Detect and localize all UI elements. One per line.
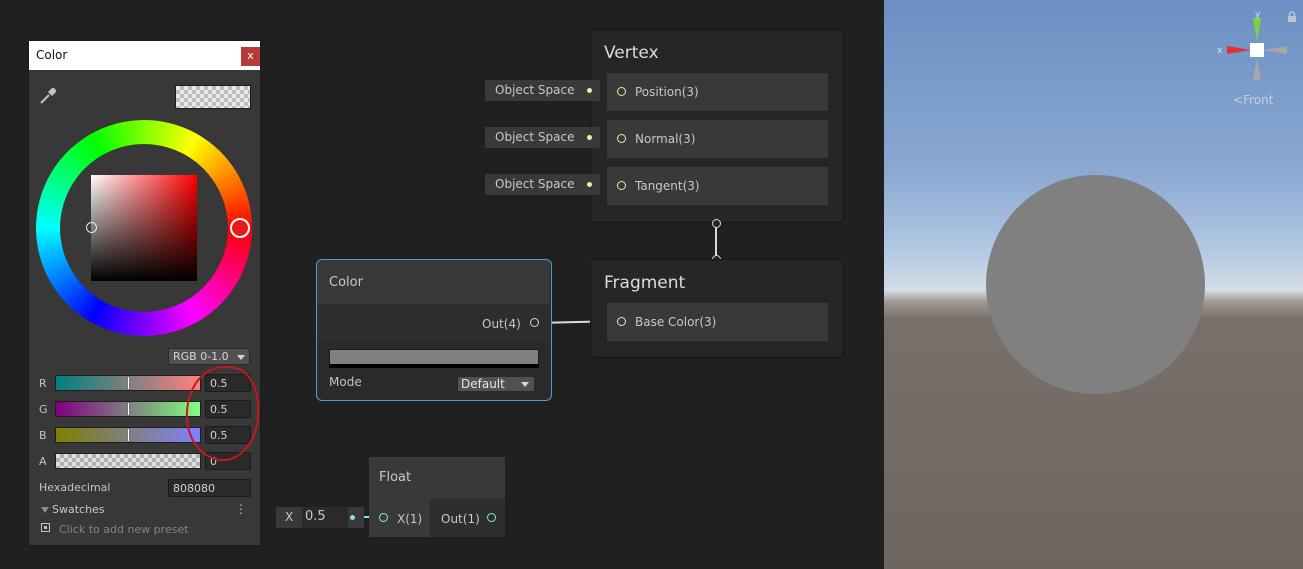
scene-view[interactable]: y x <Front: [884, 0, 1303, 569]
color-node-title: Color: [329, 275, 363, 290]
mode-label: Mode: [329, 375, 362, 389]
color-node-header[interactable]: Color: [317, 260, 550, 304]
color-mode-value: RGB 0-1.0: [173, 350, 229, 363]
channel-b-label: B: [39, 429, 47, 442]
float-x-field[interactable]: X 0.5: [276, 507, 364, 528]
port-connector[interactable]: [617, 87, 626, 96]
port-label: Position(3): [635, 85, 699, 99]
hex-field[interactable]: 808080: [168, 479, 251, 497]
chevron-down-icon: [521, 382, 529, 387]
float-node-header[interactable]: Float: [369, 457, 505, 499]
color-mode-dropdown[interactable]: RGB 0-1.0: [168, 348, 250, 365]
sv-cursor[interactable]: [86, 222, 97, 233]
vertex-node[interactable]: Vertex Position(3) Normal(3) Tangent(3): [590, 29, 844, 223]
space-value: Object Space: [495, 177, 575, 191]
float-input-row[interactable]: X(1): [369, 499, 430, 537]
port-dot: [587, 88, 592, 93]
output-port[interactable]: [487, 513, 496, 522]
channel-b-handle[interactable]: [127, 428, 130, 442]
channel-g-label: G: [39, 403, 48, 416]
output-label: Out(4): [482, 317, 521, 331]
mode-dropdown[interactable]: Default: [457, 376, 535, 392]
channel-g-handle[interactable]: [127, 402, 130, 416]
gizmo-x-label: x: [1217, 46, 1223, 56]
saturation-value-square[interactable]: [91, 175, 197, 281]
orientation-gizmo[interactable]: y x: [1217, 8, 1297, 88]
float-output-row: Out(1): [431, 499, 505, 537]
fragment-node[interactable]: Fragment Base Color(3): [590, 259, 844, 358]
port-connector[interactable]: [617, 134, 626, 143]
tangent-space-field[interactable]: Object Space: [485, 174, 600, 195]
channel-b-slider[interactable]: [55, 427, 201, 443]
more-options-icon[interactable]: ⋮: [235, 502, 247, 516]
position-space-field[interactable]: Object Space: [485, 80, 600, 101]
vertex-port-normal[interactable]: Normal(3): [607, 120, 828, 158]
eyedropper-icon[interactable]: [38, 86, 58, 106]
gizmo-y-label: y: [1255, 10, 1261, 20]
color-node[interactable]: Color Out(4) Mode Default: [316, 259, 552, 401]
vertex-port-tangent[interactable]: Tangent(3): [607, 167, 828, 205]
view-name: Front: [1243, 93, 1274, 107]
view-orientation-label[interactable]: <Front: [1233, 93, 1273, 107]
channel-g-slider[interactable]: [55, 401, 201, 417]
lock-icon[interactable]: [1286, 11, 1298, 23]
output-label: Out(1): [441, 512, 480, 526]
channel-r-label: R: [39, 377, 47, 390]
hue-cursor[interactable]: [230, 218, 250, 238]
output-port[interactable]: [530, 318, 539, 327]
color-node-output-row: Out(4): [317, 304, 550, 342]
add-preset-hint[interactable]: Click to add new preset: [59, 523, 189, 536]
input-label: X(1): [397, 512, 423, 526]
input-port[interactable]: [379, 513, 388, 522]
vertex-node-title: Vertex: [604, 43, 659, 63]
float-x-value[interactable]: 0.5: [302, 507, 348, 528]
vertex-port-position[interactable]: Position(3): [607, 73, 828, 111]
mode-value: Default: [461, 377, 505, 391]
color-field-swatch[interactable]: [329, 349, 539, 368]
fragment-node-title: Fragment: [604, 273, 686, 293]
chevron-down-icon: [237, 355, 245, 360]
port-connector[interactable]: [617, 317, 626, 326]
vertex-flow-out-port[interactable]: [712, 219, 721, 228]
current-color-swatch: [175, 85, 251, 109]
preset-library-icon[interactable]: [41, 523, 50, 532]
normal-space-field[interactable]: Object Space: [485, 127, 600, 148]
hex-label: Hexadecimal: [39, 481, 111, 494]
port-dot: [587, 182, 592, 187]
swatches-foldout-icon[interactable]: [41, 507, 49, 513]
space-value: Object Space: [495, 83, 575, 97]
channel-r-slider[interactable]: [55, 375, 201, 391]
channel-a-label: A: [39, 455, 47, 468]
port-label: Tangent(3): [635, 179, 700, 193]
float-x-label: X: [285, 510, 294, 524]
float-node-title: Float: [379, 470, 412, 485]
port-dot: [350, 515, 355, 520]
close-button[interactable]: x: [241, 47, 260, 66]
port-connector[interactable]: [617, 181, 626, 190]
fragment-port-base-color[interactable]: Base Color(3): [607, 303, 828, 341]
float-node[interactable]: Float X(1) Out(1): [369, 457, 505, 537]
channel-a-slider[interactable]: [55, 453, 201, 469]
space-value: Object Space: [495, 130, 575, 144]
front-chevron-icon: <: [1233, 93, 1244, 107]
swatches-label[interactable]: Swatches: [52, 503, 105, 516]
port-label: Normal(3): [635, 132, 696, 146]
preview-sphere: [986, 175, 1205, 394]
color-picker-window: Color x RGB 0-1.0 R 0.5 G 0.5 B 0.5 A 0 …: [28, 40, 262, 546]
port-dot: [587, 135, 592, 140]
channel-r-handle[interactable]: [127, 376, 130, 390]
port-label: Base Color(3): [635, 315, 717, 329]
color-picker-title: Color: [36, 48, 68, 62]
color-picker-titlebar[interactable]: Color x: [29, 41, 260, 70]
